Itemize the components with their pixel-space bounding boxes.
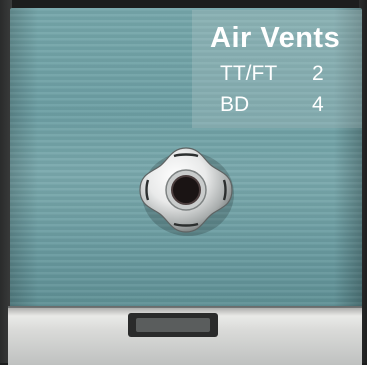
drum-photo: Air Vents TT/FT 2 BD 4: [0, 0, 367, 365]
air-vent-grommet: [139, 147, 234, 236]
row-value-bd: 4: [312, 93, 324, 116]
row-value-tt-ft: 2: [312, 62, 324, 85]
row-label-tt-ft: TT/FT: [220, 62, 278, 85]
panel-title: Air Vents: [210, 22, 341, 54]
row-label-bd: BD: [220, 93, 250, 116]
hoop-claw-inner: [136, 318, 210, 332]
